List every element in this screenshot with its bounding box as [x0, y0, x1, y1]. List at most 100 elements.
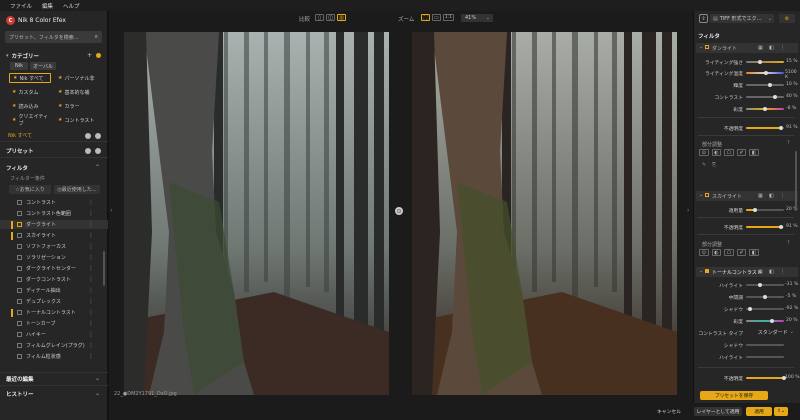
more-icon[interactable]: ⋮	[88, 265, 94, 272]
filter-item[interactable]: コントラスト色範囲 ⋮	[0, 209, 108, 218]
collapse-left-icon[interactable]: ‹	[110, 207, 112, 214]
filter-enable-checkbox[interactable]	[705, 269, 709, 273]
duplicate-icon[interactable]: ◧	[769, 45, 774, 51]
recent-edits-header[interactable]: 最近の編集 ⌄	[0, 374, 108, 383]
mask-icon[interactable]: ▦	[758, 269, 763, 275]
checkbox[interactable]	[17, 266, 22, 271]
checkbox[interactable]	[17, 343, 22, 348]
slider-knob[interactable]	[773, 95, 777, 99]
opacity-slider[interactable]	[746, 376, 786, 380]
checkbox[interactable]	[17, 288, 22, 293]
edit-icon[interactable]	[85, 132, 91, 139]
nik-all-row[interactable]: Nik すべて	[0, 131, 108, 140]
search-input[interactable]: プリセット、フィルタを検索... ⌕	[5, 31, 102, 43]
tag-nik[interactable]: Nik	[10, 62, 28, 70]
filter-enable-checkbox[interactable]	[705, 193, 709, 197]
filter-header-darklight[interactable]: ⌄ ダンライト ▦ ◧ ⋮	[696, 43, 798, 53]
polygon-icon[interactable]: ⬠	[724, 149, 734, 156]
brush-icon[interactable]: ✐	[736, 249, 747, 256]
chevron-down-icon[interactable]: ⌄	[95, 375, 100, 382]
filter-header-tonal-contrast[interactable]: ⌄ トーナルコントラスト ▦ ◧ ⋮	[696, 267, 798, 277]
extra-shadow-slider[interactable]	[746, 344, 784, 346]
brush-icon[interactable]: ✐	[736, 149, 747, 156]
favorites-toggle[interactable]: ☆ お気に入り	[9, 185, 51, 194]
tag-oval[interactable]: オーバル	[30, 62, 56, 70]
eraser-icon[interactable]: ◐	[711, 249, 722, 256]
zoom-fit-icon[interactable]: ⛶	[421, 14, 430, 21]
zoom-fill-icon[interactable]: ▭	[432, 14, 441, 21]
filter-item[interactable]: デュプレックス ⋮	[0, 297, 108, 306]
cat-nik-all[interactable]: ★ Nik すべて	[9, 73, 51, 83]
menu-edit[interactable]: 編集	[42, 2, 53, 10]
more-icon[interactable]: ⋮	[88, 276, 94, 283]
filter-item[interactable]: フィルム粒状感 ⋮	[0, 352, 108, 361]
settings-gear-icon[interactable]: ⚙	[779, 14, 795, 23]
copy-icon[interactable]: ⎘	[712, 162, 716, 168]
saturation-slider[interactable]	[746, 107, 784, 111]
filter-item-selected[interactable]: ダークライト ⋮	[0, 220, 108, 229]
filter-item[interactable]: トーナルコントラスト ⋮	[0, 308, 108, 317]
checkbox[interactable]	[17, 255, 22, 260]
cat-custom[interactable]: ★ カスタム	[9, 87, 51, 97]
collapse-right-icon[interactable]: ›	[687, 207, 689, 214]
export-format-select[interactable]: ▤ TIFF 形式でエク... ⌄	[710, 14, 774, 23]
slider-knob[interactable]	[758, 283, 762, 287]
filter-enable-checkbox[interactable]	[705, 45, 709, 49]
recent-toggle[interactable]: ◷ 最近使用した...	[54, 185, 100, 194]
checkbox[interactable]	[17, 211, 22, 216]
cancel-button[interactable]: キャンセル	[654, 407, 684, 416]
slider-knob[interactable]	[748, 307, 752, 311]
filter-section-header[interactable]: フィルタ ⌃	[0, 163, 108, 172]
cat-basic[interactable]: ★ 基本的な補	[55, 87, 97, 97]
duplicate-icon[interactable]: ◧	[769, 269, 774, 275]
duplicate-icon[interactable]: ◧	[769, 193, 774, 199]
saturation-slider[interactable]	[746, 319, 784, 323]
lighting-temp-slider[interactable]	[746, 71, 784, 75]
category-header[interactable]: ▾ カテゴリー +	[0, 51, 108, 60]
apply-as-layer-button[interactable]: レイヤーとして適用	[694, 407, 742, 416]
more-icon[interactable]: ⋮	[780, 193, 785, 199]
control-point-icon[interactable]: ⊙	[699, 249, 709, 256]
save-preset-button[interactable]: プリセットを保存	[700, 391, 768, 400]
checkbox[interactable]	[17, 321, 22, 326]
cat-contrast[interactable]: ★ コントラスト	[55, 115, 97, 125]
filter-item[interactable]: ディテール抽出 ⋮	[0, 286, 108, 295]
shadows-slider[interactable]	[746, 307, 784, 311]
checkbox[interactable]	[17, 200, 22, 205]
more-icon[interactable]: ⋮	[88, 342, 94, 349]
mask-icon[interactable]: ▦	[758, 193, 763, 199]
cat-creative[interactable]: ★ クリエイティブ	[9, 114, 51, 127]
slider-knob[interactable]	[779, 126, 783, 130]
zoom-1to1-button[interactable]: 1:1	[443, 14, 454, 21]
filter-item[interactable]: ソラリゼーション ⋮	[0, 253, 108, 262]
more-icon[interactable]: ⋮	[88, 221, 94, 228]
slider-knob[interactable]	[758, 60, 762, 64]
share-icon[interactable]: ⇪	[699, 14, 708, 23]
filter-item[interactable]: フィルムグレイン(プラグ) ⋮	[0, 341, 108, 350]
filter-item[interactable]: ダークライトセンター ⋮	[0, 264, 108, 273]
mask-view-icon[interactable]: ◧	[749, 249, 759, 256]
more-icon[interactable]: ⋮	[88, 210, 94, 217]
more-icon[interactable]: ⋮	[88, 353, 94, 360]
zoom-select[interactable]: 41% ⌄	[461, 14, 493, 22]
control-point-icon[interactable]: ⊙	[699, 149, 709, 156]
slider-knob[interactable]	[763, 295, 767, 299]
add-category-icon[interactable]: +	[87, 52, 92, 59]
checkbox[interactable]	[17, 222, 22, 227]
midtones-slider[interactable]	[746, 295, 784, 299]
scrollbar-thumb[interactable]	[795, 151, 797, 211]
help-icon[interactable]: ?	[787, 140, 790, 146]
checkbox[interactable]	[17, 299, 22, 304]
cat-color[interactable]: ★ カラー	[55, 101, 97, 111]
opacity-slider[interactable]	[746, 225, 784, 229]
more-icon[interactable]: ⋮	[780, 269, 785, 275]
more-icon[interactable]: ⋮	[88, 254, 94, 261]
checkbox[interactable]	[17, 233, 22, 238]
contrast-type-select[interactable]: スタンダード ⌄	[746, 328, 794, 336]
contrast-slider[interactable]	[746, 95, 784, 99]
more-icon[interactable]: ⋮	[88, 199, 94, 206]
add-icon[interactable]	[95, 132, 101, 139]
checkbox[interactable]	[17, 244, 22, 249]
compare-side-icon[interactable]: ▥	[337, 14, 346, 21]
more-icon[interactable]: ⋮	[88, 232, 94, 239]
